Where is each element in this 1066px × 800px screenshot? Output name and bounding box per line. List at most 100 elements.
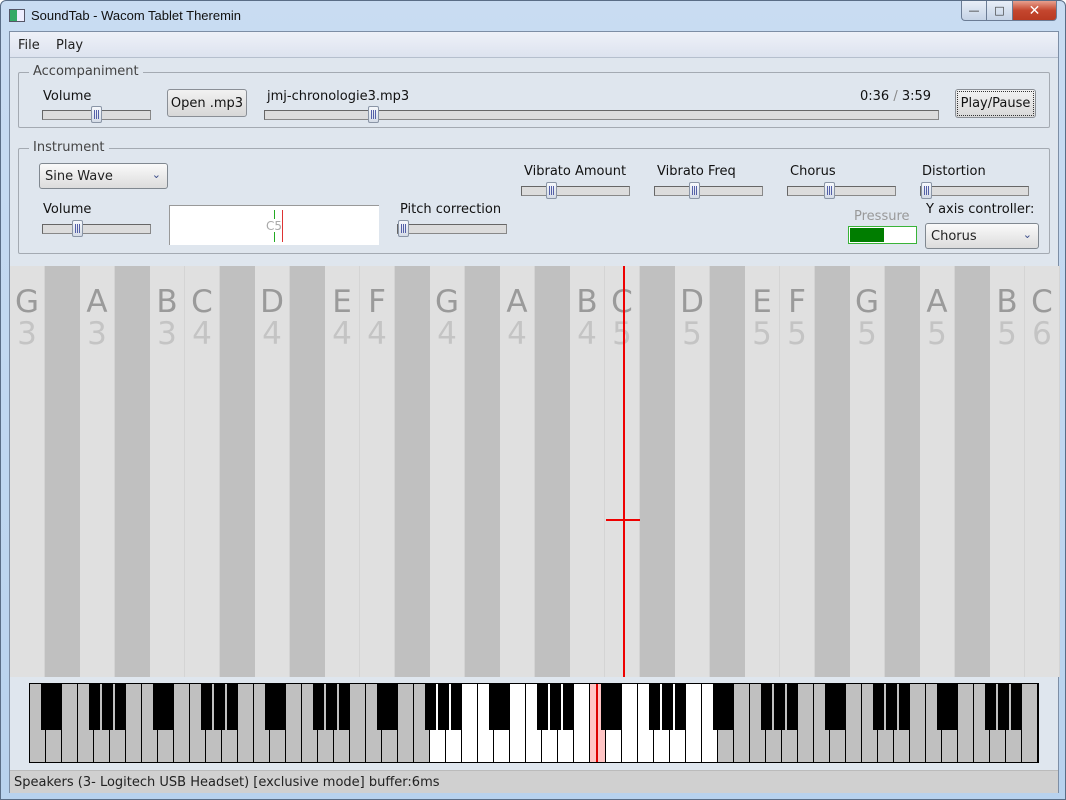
piano-black-key[interactable] [886,684,897,730]
piano-white-key[interactable] [622,684,637,762]
note-letter: A [86,284,108,320]
piano-black-key[interactable] [873,684,884,730]
piano-black-key[interactable] [723,684,734,730]
y-axis-controller-select[interactable]: Chorus ⌄ [925,223,1039,249]
note-octave: 4 [192,316,212,352]
piano-black-key[interactable] [537,684,548,730]
piano-white-key[interactable] [462,684,477,762]
piano-black-key[interactable] [899,684,910,730]
note-column-g5: G5 [850,266,885,677]
status-text: Speakers (3- Logitech USB Headset) [excl… [14,774,440,790]
note-octave: 4 [262,316,282,352]
piano-white-key[interactable] [286,684,301,762]
note-letter: B [576,284,598,320]
pitch-correction-slider[interactable] [397,220,507,237]
piano-white-key[interactable] [686,684,701,762]
piano-black-key[interactable] [998,684,1009,730]
piano-black-key[interactable] [774,684,785,730]
vibrato-freq-slider[interactable] [654,182,763,199]
slider-thumb[interactable] [398,220,409,237]
piano-black-key[interactable] [275,684,286,730]
piano-black-key[interactable] [51,684,62,730]
piano-white-key[interactable] [510,684,525,762]
open-mp3-button[interactable]: Open .mp3 [167,89,247,117]
piano-white-key[interactable] [126,684,141,762]
distortion-slider[interactable] [920,182,1029,199]
piano-black-key[interactable] [947,684,958,730]
piano-white-key[interactable] [238,684,253,762]
minimize-button[interactable]: — [961,1,987,21]
instrument-volume-slider[interactable] [42,220,151,237]
piano-black-key[interactable] [787,684,798,730]
piano-black-key[interactable] [985,684,996,730]
note-play-area[interactable]: C6B5A5G5F5E5D5C5B4A4G4F4E4D4C4B3A3G3 [10,266,1060,677]
piano-white-key[interactable] [958,684,973,762]
menu-file[interactable]: File [18,38,40,53]
track-position-slider[interactable] [264,106,939,123]
piano-black-key[interactable] [326,684,337,730]
chorus-slider[interactable] [787,182,896,199]
piano-black-key[interactable] [835,684,846,730]
note-column-b4: B4 [570,266,605,677]
piano-black-key[interactable] [387,684,398,730]
chevron-down-icon: ⌄ [1022,228,1032,241]
piano-black-key[interactable] [339,684,350,730]
piano-black-key[interactable] [675,684,686,730]
slider-thumb[interactable] [921,182,932,199]
slider-thumb[interactable] [546,182,557,199]
note-letter: G [854,284,880,320]
piano-black-key[interactable] [313,684,324,730]
slider-thumb[interactable] [367,106,379,123]
piano-black-key[interactable] [438,684,449,730]
piano-black-key[interactable] [214,684,225,730]
piano-black-key[interactable] [761,684,772,730]
piano-white-key[interactable] [62,684,77,762]
note-octave: 5 [612,316,632,352]
maximize-button[interactable]: □ [987,1,1013,21]
piano-white-key[interactable] [734,684,749,762]
slider-thumb[interactable] [91,106,102,123]
note-column-d4: D4 [255,266,290,677]
piano-white-key[interactable] [910,684,925,762]
piano-black-key[interactable] [662,684,673,730]
piano-black-key[interactable] [102,684,113,730]
piano-black-key[interactable] [227,684,238,730]
piano-black-key[interactable] [499,684,510,730]
slider-thumb[interactable] [688,182,700,199]
play-pause-button[interactable]: Play/Pause [955,89,1036,118]
menu-play[interactable]: Play [56,38,83,53]
piano-black-key[interactable] [550,684,561,730]
piano-white-key[interactable] [1022,684,1037,762]
piano-black-key[interactable] [451,684,462,730]
piano-keyboard[interactable] [29,683,1039,763]
note-column-sharp [955,266,990,677]
piano-white-key[interactable] [574,684,589,762]
slider-thumb[interactable] [71,220,83,237]
piano-white-key[interactable] [846,684,861,762]
piano-white-key[interactable] [798,684,813,762]
piano-black-key[interactable] [163,684,174,730]
piano-black-key[interactable] [649,684,660,730]
piano-white-key[interactable] [174,684,189,762]
accompaniment-volume-slider[interactable] [42,106,151,123]
piano-black-key[interactable] [1011,684,1022,730]
note-letter: C [191,284,213,320]
piano-black-key[interactable] [611,684,622,730]
close-button[interactable]: ✕ [1013,1,1057,21]
piano-white-key[interactable] [350,684,365,762]
title-bar[interactable]: SoundTab - Wacom Tablet Theremin — □ ✕ [1,1,1065,31]
piano-black-key[interactable] [89,684,100,730]
waveform-select[interactable]: Sine Wave ⌄ [39,163,168,189]
time-total: 3:59 [901,89,932,104]
piano-black-key[interactable] [201,684,212,730]
note-column-sharp [395,266,430,677]
played-note-marker [596,684,598,762]
piano-white-key[interactable] [398,684,413,762]
pitch-correction-label: Pitch correction [400,202,502,217]
note-octave: 4 [332,316,352,352]
piano-black-key[interactable] [563,684,574,730]
vibrato-amount-slider[interactable] [521,182,630,199]
piano-black-key[interactable] [115,684,126,730]
piano-black-key[interactable] [425,684,436,730]
slider-thumb[interactable] [823,182,835,199]
